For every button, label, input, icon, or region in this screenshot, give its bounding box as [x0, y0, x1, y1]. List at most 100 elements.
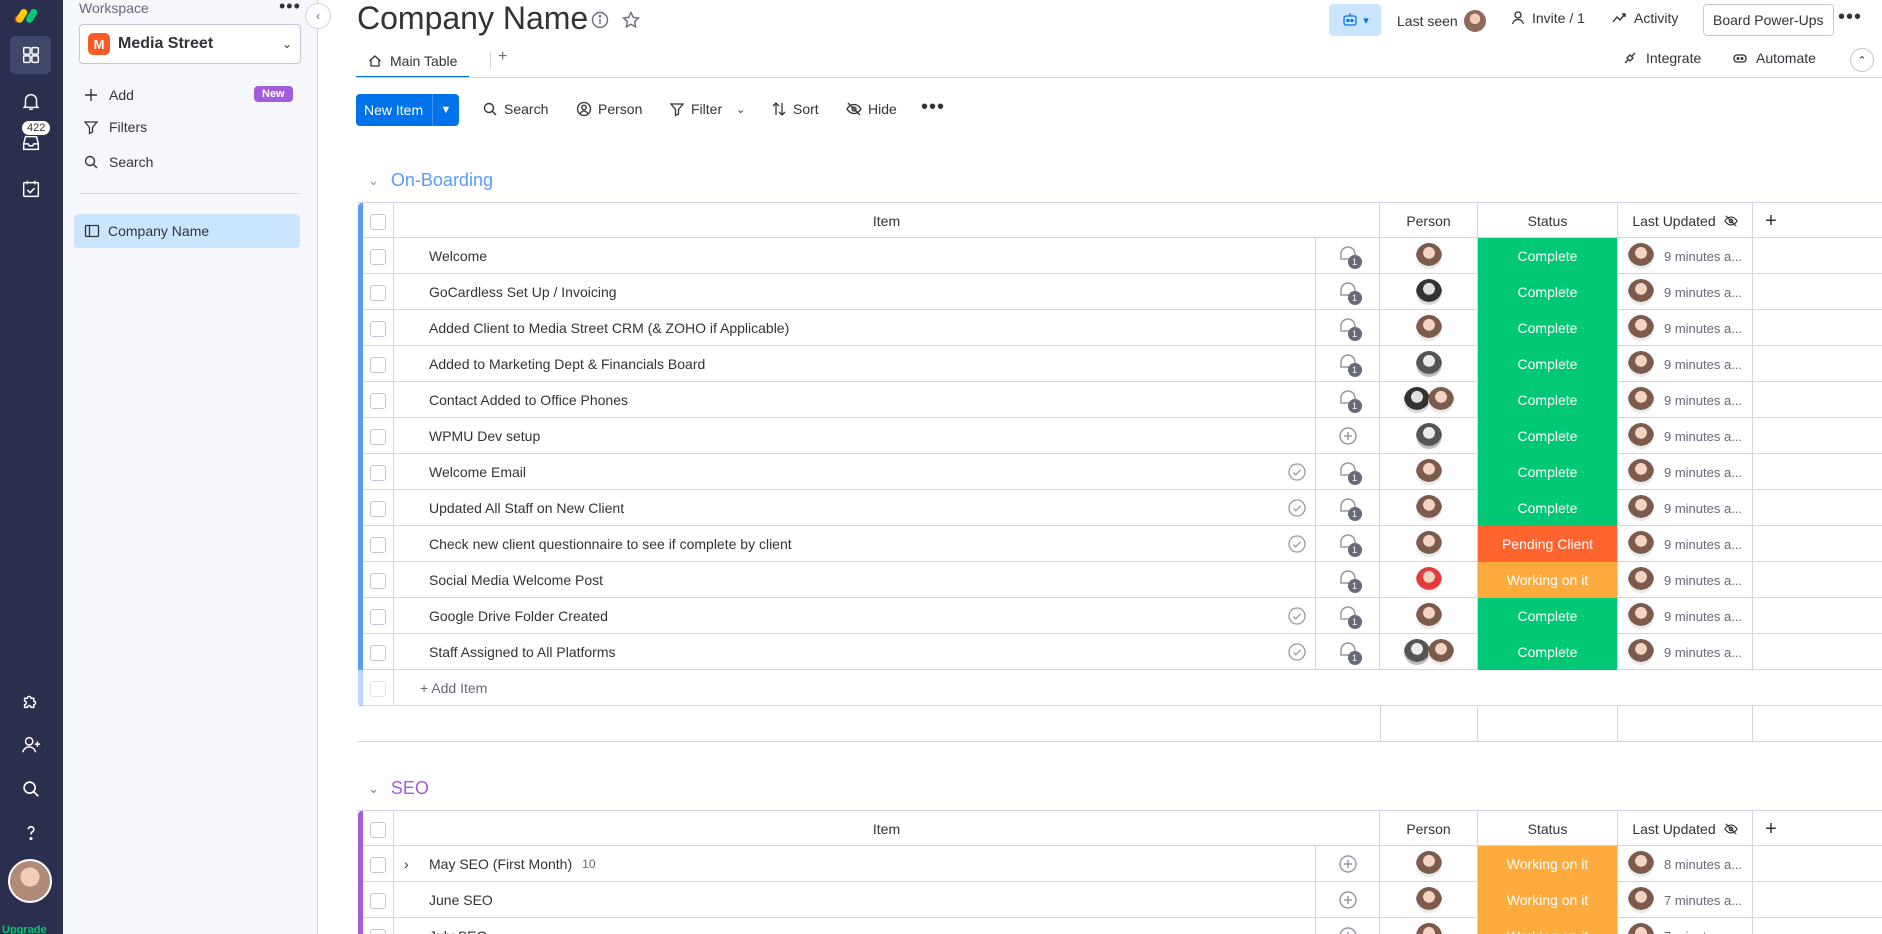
- group-title[interactable]: ⌄ On-Boarding: [368, 170, 493, 191]
- person-avatar[interactable]: [1415, 351, 1442, 377]
- person-avatar[interactable]: [1628, 531, 1654, 557]
- row-checkbox[interactable]: [370, 501, 386, 517]
- person-avatar[interactable]: [1628, 495, 1654, 521]
- status-cell[interactable]: Complete: [1478, 598, 1618, 634]
- workspace-search-button[interactable]: Search: [83, 152, 153, 172]
- column-header-status[interactable]: Status: [1478, 811, 1618, 847]
- table-row[interactable]: Check new client questionnaire to see if…: [358, 526, 1882, 562]
- collapse-sidebar-icon[interactable]: ‹: [305, 3, 331, 29]
- updates-bubble-icon[interactable]: 1: [1336, 352, 1362, 377]
- updates-bubble-icon[interactable]: 1: [1336, 604, 1362, 629]
- status-cell[interactable]: Complete: [1478, 454, 1618, 490]
- status-cell[interactable]: Complete: [1478, 346, 1618, 382]
- table-row[interactable]: July SEO Working on it 7 minutes a...: [358, 918, 1882, 934]
- item-name-cell[interactable]: › May SEO (First Month) 10: [394, 846, 1316, 882]
- person-cell[interactable]: [1380, 346, 1478, 382]
- person-avatar[interactable]: [1628, 459, 1654, 485]
- person-avatar[interactable]: [1415, 459, 1442, 485]
- status-cell[interactable]: Working on it: [1478, 562, 1618, 598]
- person-avatar[interactable]: [1628, 851, 1654, 877]
- person-cell[interactable]: [1380, 526, 1478, 562]
- person-avatar[interactable]: [1415, 495, 1442, 521]
- upgrade-link[interactable]: Upgrade: [2, 924, 47, 934]
- person-cell[interactable]: [1380, 562, 1478, 598]
- automate-button[interactable]: Automate: [1732, 50, 1816, 66]
- new-item-button[interactable]: New Item ▼: [356, 94, 459, 126]
- updates-cell[interactable]: 1: [1316, 526, 1380, 562]
- status-cell[interactable]: Working on it: [1478, 846, 1618, 882]
- table-row[interactable]: Updated All Staff on New Client 1 Complete…: [358, 490, 1882, 526]
- add-button[interactable]: Add: [83, 85, 134, 105]
- person-avatar[interactable]: [1628, 387, 1654, 413]
- updates-bubble-icon[interactable]: [1336, 888, 1360, 912]
- info-icon[interactable]: [590, 10, 610, 30]
- person-avatar[interactable]: [1628, 923, 1654, 934]
- status-cell[interactable]: Complete: [1478, 490, 1618, 526]
- add-column-button[interactable]: +: [1753, 811, 1789, 847]
- status-cell[interactable]: Working on it: [1478, 918, 1618, 934]
- page-title[interactable]: Company Name: [357, 0, 588, 37]
- row-checkbox[interactable]: [370, 465, 386, 481]
- select-all-checkbox[interactable]: [370, 822, 386, 838]
- updates-cell[interactable]: 1: [1316, 382, 1380, 418]
- item-name-cell[interactable]: Staff Assigned to All Platforms: [394, 634, 1316, 670]
- table-row[interactable]: › May SEO (First Month) 10 Working on it 8 m…: [358, 846, 1882, 882]
- row-checkbox[interactable]: [370, 429, 386, 445]
- person-avatar[interactable]: [1415, 567, 1442, 593]
- updates-cell[interactable]: 1: [1316, 310, 1380, 346]
- column-header-item[interactable]: Item: [394, 811, 1380, 847]
- last-seen-button[interactable]: Last seen: [1397, 10, 1486, 32]
- chevron-down-icon[interactable]: ⌄: [368, 781, 379, 797]
- person-avatar[interactable]: [1415, 887, 1442, 913]
- filters-button[interactable]: Filters: [83, 117, 147, 137]
- table-row[interactable]: Added to Marketing Dept & Financials Boa…: [358, 346, 1882, 382]
- table-row[interactable]: Added Client to Media Street CRM (& ZOHO…: [358, 310, 1882, 346]
- person-filter-button[interactable]: Person: [576, 101, 642, 117]
- monday-logo-icon[interactable]: [14, 6, 50, 24]
- person-avatar[interactable]: [1415, 531, 1442, 557]
- table-row[interactable]: June SEO Working on it 7 minutes a...: [358, 882, 1882, 918]
- chevron-down-icon[interactable]: ⌄: [368, 173, 379, 189]
- person-avatar[interactable]: [1628, 639, 1654, 665]
- help-question-icon[interactable]: [10, 814, 51, 852]
- column-header-person[interactable]: Person: [1380, 203, 1478, 239]
- updates-bubble-icon[interactable]: 1: [1336, 388, 1362, 413]
- person-avatar[interactable]: [1403, 639, 1430, 665]
- table-row[interactable]: Welcome Email 1 Complete 9 minutes a...: [358, 454, 1882, 490]
- status-cell[interactable]: Complete: [1478, 310, 1618, 346]
- workspace-more-icon[interactable]: •••: [279, 0, 301, 17]
- item-name-cell[interactable]: Google Drive Folder Created: [394, 598, 1316, 634]
- item-name-cell[interactable]: Social Media Welcome Post: [394, 562, 1316, 598]
- person-avatar[interactable]: [1628, 315, 1654, 341]
- updates-bubble-icon[interactable]: 1: [1336, 568, 1362, 593]
- updates-cell[interactable]: 1: [1316, 274, 1380, 310]
- search-button[interactable]: Search: [482, 101, 548, 117]
- updates-cell[interactable]: 1: [1316, 454, 1380, 490]
- board-more-icon[interactable]: •••: [1838, 6, 1862, 29]
- person-avatar[interactable]: [1427, 387, 1454, 413]
- person-cell[interactable]: [1380, 490, 1478, 526]
- apps-puzzle-icon[interactable]: [10, 682, 51, 720]
- person-avatar[interactable]: [1628, 423, 1654, 449]
- status-cell[interactable]: Complete: [1478, 274, 1618, 310]
- user-avatar[interactable]: [8, 859, 52, 903]
- item-name-cell[interactable]: July SEO: [394, 918, 1316, 934]
- person-cell[interactable]: [1380, 846, 1478, 882]
- notifications-bell-icon[interactable]: [10, 82, 51, 120]
- updates-cell[interactable]: 1: [1316, 598, 1380, 634]
- row-checkbox[interactable]: [370, 249, 386, 265]
- expand-subitems-icon[interactable]: ›: [404, 856, 409, 872]
- tab-main-table[interactable]: Main Table: [356, 46, 470, 78]
- person-cell[interactable]: [1380, 238, 1478, 274]
- updates-cell[interactable]: 1: [1316, 346, 1380, 382]
- person-avatar[interactable]: [1415, 603, 1442, 629]
- person-avatar[interactable]: [1415, 279, 1442, 305]
- work-management-icon[interactable]: [10, 36, 51, 74]
- updates-bubble-icon[interactable]: 1: [1336, 244, 1362, 269]
- updates-cell[interactable]: 1: [1316, 490, 1380, 526]
- eye-icon[interactable]: [1723, 214, 1738, 228]
- person-avatar[interactable]: [1628, 243, 1654, 269]
- item-name-cell[interactable]: WPMU Dev setup: [394, 418, 1316, 454]
- eye-icon[interactable]: [1723, 822, 1738, 836]
- item-name-cell[interactable]: GoCardless Set Up / Invoicing: [394, 274, 1316, 310]
